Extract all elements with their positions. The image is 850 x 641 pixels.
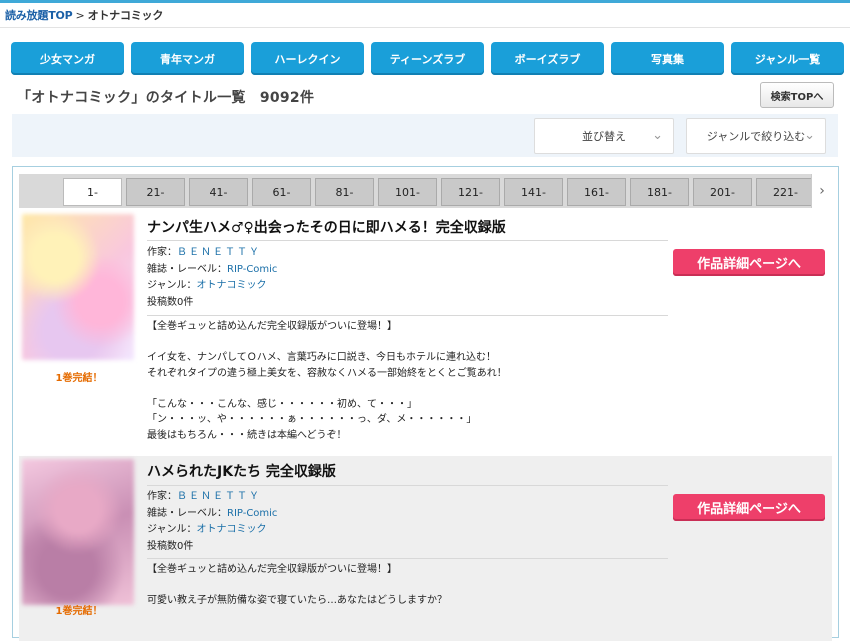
- detail-page-button[interactable]: 作品詳細ページへ: [673, 249, 825, 276]
- title-divider: [147, 240, 668, 241]
- title-divider: [147, 485, 668, 486]
- genre-button-photobook[interactable]: 写真集: [611, 42, 724, 75]
- title-list-panel: 1- 21- 41- 61- 81- 101- 121- 141- 161- 1…: [12, 166, 839, 641]
- title-count: 9092件: [259, 90, 315, 106]
- item-title[interactable]: ハメられたJKたち 完全収録版: [147, 461, 336, 481]
- post-count: 投稿数0件: [147, 540, 194, 552]
- genre-button-harlequin[interactable]: ハーレクイン: [251, 42, 364, 75]
- genre-button-genre-list[interactable]: ジャンル一覧: [731, 42, 844, 75]
- genre-button-seinen[interactable]: 青年マンガ: [131, 42, 244, 75]
- meta-divider: [147, 315, 668, 316]
- chevron-right-icon[interactable]: ›: [811, 174, 832, 208]
- page-button[interactable]: 41-: [189, 178, 248, 206]
- item-title[interactable]: ナンパ生ハメ♂♀出会ったその日に即ハメる！完全収録版: [147, 217, 506, 237]
- author-label: 作家：: [147, 247, 177, 258]
- author-label: 作家：: [147, 491, 177, 502]
- author-link[interactable]: ＢＥＮＥＴＴＹ: [177, 491, 261, 502]
- page-button[interactable]: 21-: [126, 178, 185, 206]
- post-count: 投稿数0件: [147, 296, 194, 308]
- genre-button-boys-love[interactable]: ボーイズラブ: [491, 42, 604, 75]
- volume-badge: 1巻完結！: [55, 373, 103, 384]
- pagination: 1- 21- 41- 61- 81- 101- 121- 141- 161- 1…: [19, 174, 832, 208]
- detail-page-button[interactable]: 作品詳細ページへ: [673, 494, 825, 521]
- meta-divider: [147, 558, 668, 559]
- filter-bar: 並び替え ⌄ ジャンルで絞り込む ⌄: [12, 114, 838, 157]
- item-description: 【全巻ギュッと詰め込んだ完全収録版がついに登場！】 イイ女を、ナンパしてＯハメ、…: [147, 321, 507, 441]
- top-accent-line: [0, 0, 850, 3]
- genre-label: ジャンル：: [147, 280, 197, 291]
- page-button[interactable]: 221-: [756, 178, 815, 206]
- magazine-link[interactable]: RIP-Comic: [227, 508, 277, 519]
- chevron-down-icon: ⌄: [652, 128, 663, 143]
- list-item: 1巻完結！ ハメられたJKたち 完全収録版 作家：ＢＥＮＥＴＴＹ 雑誌・レーベル…: [19, 456, 832, 641]
- item-meta: 作家：ＢＥＮＥＴＴＹ 雑誌・レーベル：RIP-Comic ジャンル：オトナコミッ…: [147, 489, 277, 555]
- sort-select[interactable]: 並び替え ⌄: [534, 118, 674, 154]
- item-meta: 作家：ＢＥＮＥＴＴＹ 雑誌・レーベル：RIP-Comic ジャンル：オトナコミッ…: [147, 245, 277, 311]
- page-button[interactable]: 61-: [252, 178, 311, 206]
- genre-button-teens-love[interactable]: ティーンズラブ: [371, 42, 484, 75]
- genre-filter-label: ジャンルで絞り込む: [706, 130, 806, 143]
- item-description: 【全巻ギュッと詰め込んだ完全収録版がついに登場！】 可愛い教え子が無防備な姿で寝…: [147, 564, 447, 606]
- page-button[interactable]: 141-: [504, 178, 563, 206]
- magazine-label: 雑誌・レーベル：: [147, 507, 227, 519]
- page-button[interactable]: 81-: [315, 178, 374, 206]
- magazine-label: 雑誌・レーベル：: [147, 263, 227, 275]
- genre-link[interactable]: オトナコミック: [197, 524, 267, 535]
- list-heading: 「オトナコミック」のタイトル一覧 9092件: [17, 87, 314, 107]
- breadcrumb-separator: >: [75, 9, 85, 22]
- page-button[interactable]: 181-: [630, 178, 689, 206]
- page-button[interactable]: 201-: [693, 178, 752, 206]
- breadcrumb-divider: [0, 27, 850, 28]
- breadcrumb: 読み放題TOP > オトナコミック: [5, 7, 163, 23]
- genre-filter-select[interactable]: ジャンルで絞り込む ⌄: [686, 118, 826, 154]
- chevron-down-icon: ⌄: [804, 128, 815, 143]
- cover-thumbnail[interactable]: [22, 214, 134, 360]
- list-title: 「オトナコミック」のタイトル一覧: [17, 90, 246, 106]
- genre-nav: 少女マンガ 青年マンガ ハーレクイン ティーンズラブ ボーイズラブ 写真集 ジャ…: [11, 42, 847, 75]
- page-button[interactable]: 161-: [567, 178, 626, 206]
- breadcrumb-home-link[interactable]: 読み放題TOP: [5, 9, 73, 22]
- sort-select-label: 並び替え: [582, 130, 626, 143]
- cover-thumbnail[interactable]: [22, 459, 134, 605]
- search-top-button[interactable]: 検索TOPへ: [760, 82, 834, 108]
- page-button[interactable]: 101-: [378, 178, 437, 206]
- volume-badge: 1巻完結！: [55, 606, 103, 617]
- magazine-link[interactable]: RIP-Comic: [227, 264, 277, 275]
- page-button[interactable]: 121-: [441, 178, 500, 206]
- genre-label: ジャンル：: [147, 524, 197, 535]
- author-link[interactable]: ＢＥＮＥＴＴＹ: [177, 247, 261, 258]
- genre-link[interactable]: オトナコミック: [197, 280, 267, 291]
- genre-button-shoujo[interactable]: 少女マンガ: [11, 42, 124, 75]
- list-item: 1巻完結！ ナンパ生ハメ♂♀出会ったその日に即ハメる！完全収録版 作家：ＢＥＮＥ…: [19, 211, 832, 455]
- page-button[interactable]: 1-: [63, 178, 122, 206]
- breadcrumb-current: オトナコミック: [87, 9, 164, 22]
